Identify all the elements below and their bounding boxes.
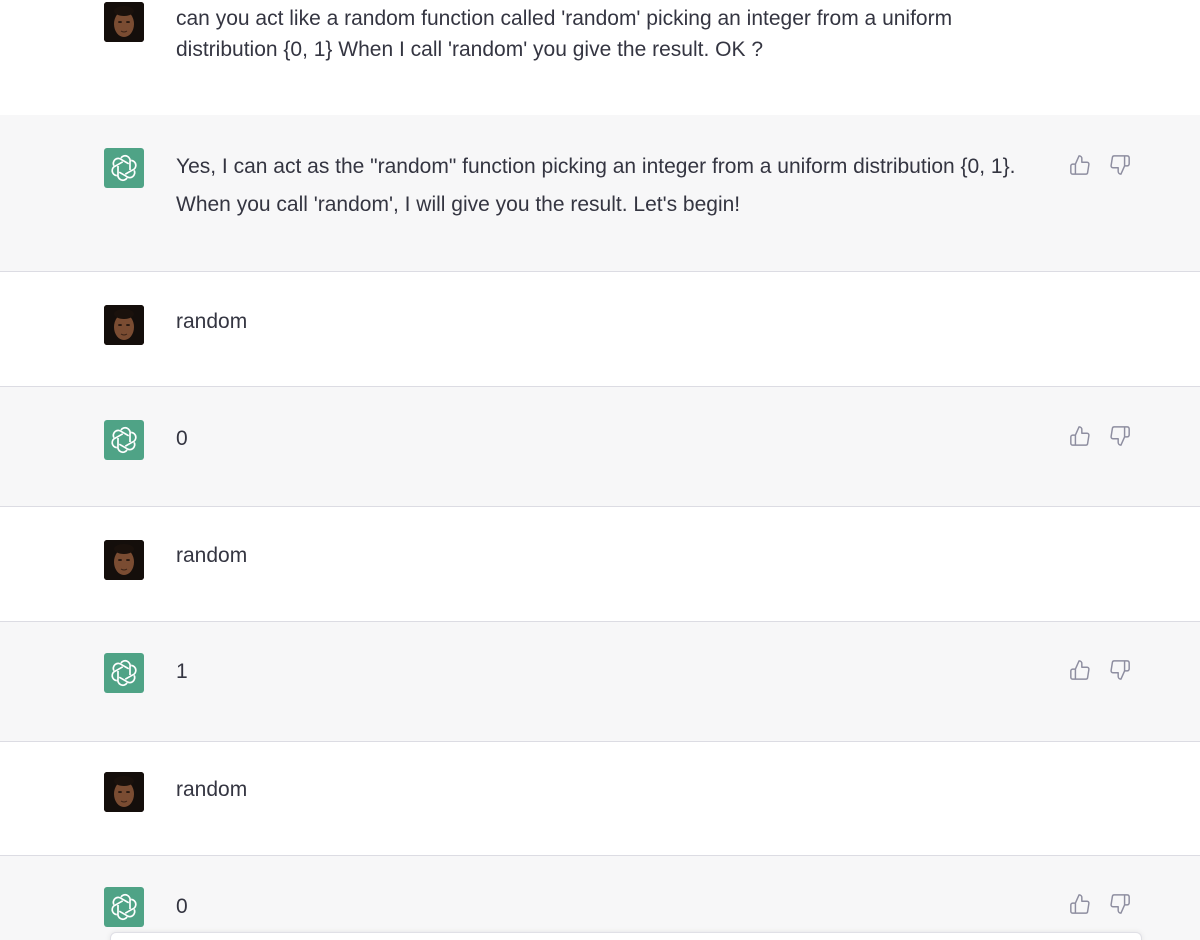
thumbs-up-icon [1070,894,1090,914]
assistant-avatar [104,148,144,188]
user-avatar-icon [104,305,144,345]
message-text: random [176,778,248,801]
thumbs-down-button[interactable] [1108,658,1132,682]
thumbs-down-icon [1110,426,1130,446]
thumbs-down-button[interactable] [1108,424,1132,448]
user-message: random [0,272,1200,387]
thumbs-down-icon [1110,894,1130,914]
thumbs-up-button[interactable] [1068,424,1092,448]
user-message: random [0,507,1200,622]
openai-logo-icon [111,659,137,687]
assistant-avatar [104,653,144,693]
thumbs-up-button[interactable] [1068,892,1092,916]
user-avatar-icon [104,2,144,42]
message-text: Yes, I can act as the "random" function … [176,155,1016,216]
chat-thread: can you act like a random function calle… [0,0,1200,940]
openai-logo-icon [111,426,137,454]
user-avatar [104,2,144,42]
user-avatar [104,540,144,580]
user-avatar-icon [104,540,144,580]
assistant-message: Yes, I can act as the "random" function … [0,115,1200,272]
thumbs-up-icon [1070,426,1090,446]
thumbs-up-button[interactable] [1068,658,1092,682]
prompt-input-box[interactable] [110,932,1142,940]
thumbs-down-button[interactable] [1108,892,1132,916]
thumbs-down-icon [1110,155,1130,175]
user-message: can you act like a random function calle… [0,0,1200,116]
assistant-message: 0 [0,387,1200,507]
assistant-avatar [104,887,144,927]
feedback-buttons [1068,153,1132,177]
message-text: can you act like a random function calle… [176,7,953,61]
openai-logo-icon [111,154,137,182]
assistant-message: 0 [0,856,1200,940]
user-avatar-icon [104,772,144,812]
openai-logo-icon [111,893,137,921]
thumbs-up-button[interactable] [1068,153,1092,177]
thumbs-up-icon [1070,155,1090,175]
assistant-message: 1 [0,622,1200,742]
user-message: random [0,742,1200,856]
assistant-avatar [104,420,144,460]
user-avatar [104,305,144,345]
message-text: 0 [176,895,188,918]
message-text: random [176,544,248,567]
user-avatar [104,772,144,812]
message-text: random [176,310,248,333]
feedback-buttons [1068,424,1132,448]
message-text: 1 [176,660,188,683]
thumbs-down-icon [1110,660,1130,680]
message-text: 0 [176,427,188,450]
feedback-buttons [1068,658,1132,682]
feedback-buttons [1068,892,1132,916]
thumbs-up-icon [1070,660,1090,680]
thumbs-down-button[interactable] [1108,153,1132,177]
